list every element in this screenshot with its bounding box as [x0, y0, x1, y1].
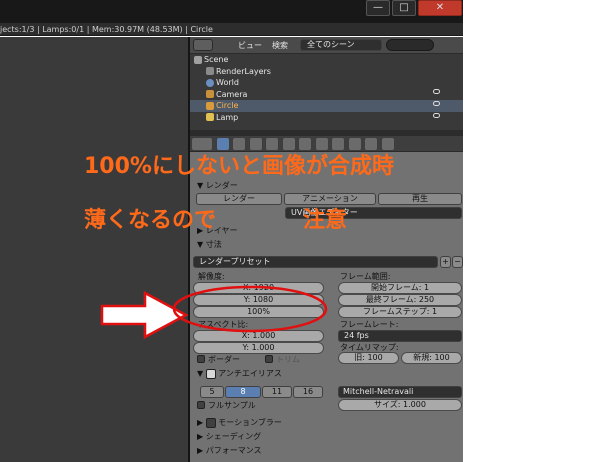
fps-select[interactable]: 24 fps [338, 330, 462, 342]
select-value: レンダープリセット [199, 257, 271, 266]
outliner-item-renderlayers[interactable]: RenderLayers [190, 66, 463, 78]
outliner-header: ビュー 検索 全てのシーン [190, 37, 463, 54]
outliner-item-circle[interactable]: Circle [190, 100, 463, 112]
field-value: 最終フレーム: 250 [365, 295, 435, 304]
scene-icon [194, 55, 202, 64]
resolution-label: 解像度: [198, 272, 225, 281]
aa-samples-11[interactable]: 11 [262, 386, 292, 398]
ellipse-shape [172, 285, 328, 333]
play-button[interactable]: 再生 [378, 193, 462, 205]
full-sample-checkbox[interactable] [197, 401, 205, 409]
panel-performance-header[interactable]: ▶ パフォーマンス [190, 445, 463, 457]
field-value: サイズ: 1.000 [374, 400, 426, 409]
crop-label: トリム [276, 355, 300, 364]
item-label: RenderLayers [216, 66, 271, 76]
frame-rate-label: フレームレート: [340, 320, 399, 329]
annotation-line-1: 100%にしないと画像が合成時 [84, 154, 394, 179]
field-value: 旧: 100 [354, 353, 383, 362]
select-value: 24 fps [344, 331, 369, 340]
world-icon [206, 78, 214, 87]
button-label: 再生 [412, 194, 428, 203]
panel-aa-header[interactable]: ▼ アンチエイリアス [190, 368, 463, 380]
minimize-icon: — [373, 2, 383, 13]
eye-icon[interactable] [433, 89, 440, 94]
aa-samples-16[interactable]: 16 [293, 386, 323, 398]
panel-title: シェーディング [205, 432, 262, 441]
outliner-item-world[interactable]: World [190, 77, 463, 89]
scene-select[interactable]: 全てのシーン [300, 39, 382, 51]
item-label: Circle [216, 101, 239, 110]
button-label: 8 [240, 387, 246, 396]
panel-title: モーションブラー [218, 418, 282, 427]
eye-icon[interactable] [433, 101, 440, 106]
panel-title: アンチエイリアス [218, 369, 282, 378]
outliner-item-camera[interactable]: Camera [190, 89, 463, 101]
highlight-ellipse [172, 285, 328, 333]
remap-new-field[interactable]: 新規: 100 [401, 352, 462, 364]
field-value: 新規: 100 [413, 353, 450, 362]
item-label: Scene [204, 55, 229, 64]
button-label: 11 [271, 387, 283, 396]
3d-viewport[interactable] [0, 37, 188, 462]
frame-step-field[interactable]: フレームステップ: 1 [338, 306, 462, 318]
remove-preset-button[interactable]: − [452, 256, 463, 268]
outliner-item-lamp[interactable]: Lamp [190, 112, 463, 124]
lamp-icon [206, 113, 214, 121]
aspect-y-field[interactable]: Y: 1.000 [193, 342, 324, 354]
scene-stats: jects:1/3 | Lamps:0/1 | Mem:30.97M (48.5… [0, 25, 213, 34]
item-label: Camera [216, 89, 248, 99]
border-label: ボーダー [208, 355, 240, 364]
item-label: Lamp [216, 112, 239, 122]
crop-checkbox[interactable] [265, 355, 273, 363]
outliner-item-scene[interactable]: Scene [190, 54, 463, 66]
outliner: Scene RenderLayers World Camera Circle L… [190, 54, 463, 130]
panel-title: 寸法 [205, 240, 222, 249]
frame-range-label: フレーム範囲: [340, 272, 391, 281]
filter-size-field[interactable]: サイズ: 1.000 [338, 399, 462, 411]
info-bar: jects:1/3 | Lamps:0/1 | Mem:30.97M (48.5… [0, 23, 463, 36]
field-value: フレームステップ: 1 [362, 307, 438, 316]
minimize-button[interactable]: — [366, 0, 390, 16]
mesh-icon [206, 101, 214, 110]
add-preset-button[interactable]: + [440, 256, 451, 268]
button-label: レンダー [223, 194, 255, 203]
maximize-icon: □ [399, 2, 409, 13]
annotation-line-2: 薄くなるので [84, 208, 217, 233]
aa-checkbox[interactable] [205, 368, 216, 379]
panel-render-header[interactable]: ▼ レンダー [190, 180, 463, 192]
annotation-line-3: 注意 [303, 208, 348, 233]
close-icon: ✕ [435, 2, 445, 13]
field-value: Y: 1.000 [242, 343, 275, 352]
button-label: 16 [302, 387, 314, 396]
search-input[interactable] [386, 39, 434, 51]
panel-motion-blur-header[interactable]: ▶ モーションブラー [190, 417, 463, 429]
frame-end-field[interactable]: 最終フレーム: 250 [338, 294, 462, 306]
select-value: Mitchell-Netravali [343, 387, 414, 396]
aa-samples-8[interactable]: 8 [225, 386, 261, 398]
frame-start-field[interactable]: 開始フレーム: 1 [338, 282, 462, 294]
search-menu[interactable]: 検索 [272, 40, 288, 51]
aa-filter-select[interactable]: Mitchell-Netravali [338, 386, 462, 398]
motion-blur-checkbox[interactable] [205, 417, 216, 428]
remap-old-field[interactable]: 旧: 100 [338, 352, 399, 364]
panel-dimensions-header[interactable]: ▼ 寸法 [190, 239, 463, 251]
full-sample-label: フルサンプル [208, 401, 256, 410]
renderlayers-icon [206, 67, 214, 75]
render-preset-select[interactable]: レンダープリセット [193, 256, 438, 268]
eye-icon[interactable] [433, 113, 440, 118]
editor-type-icon[interactable] [193, 39, 213, 51]
panel-shading-header[interactable]: ▶ シェーディング [190, 431, 463, 443]
panel-title: パフォーマンス [205, 446, 262, 455]
close-button[interactable]: ✕ [418, 0, 462, 16]
blank-margin [463, 0, 600, 462]
panel-title: レンダー [205, 181, 238, 190]
button-label: 5 [209, 387, 215, 396]
camera-icon [206, 90, 214, 98]
border-checkbox[interactable] [197, 355, 205, 363]
view-menu[interactable]: ビュー [238, 40, 262, 51]
maximize-button[interactable]: □ [392, 0, 416, 16]
item-label: World [216, 78, 239, 87]
field-value: 開始フレーム: 1 [370, 283, 430, 292]
aa-samples-5[interactable]: 5 [200, 386, 224, 398]
